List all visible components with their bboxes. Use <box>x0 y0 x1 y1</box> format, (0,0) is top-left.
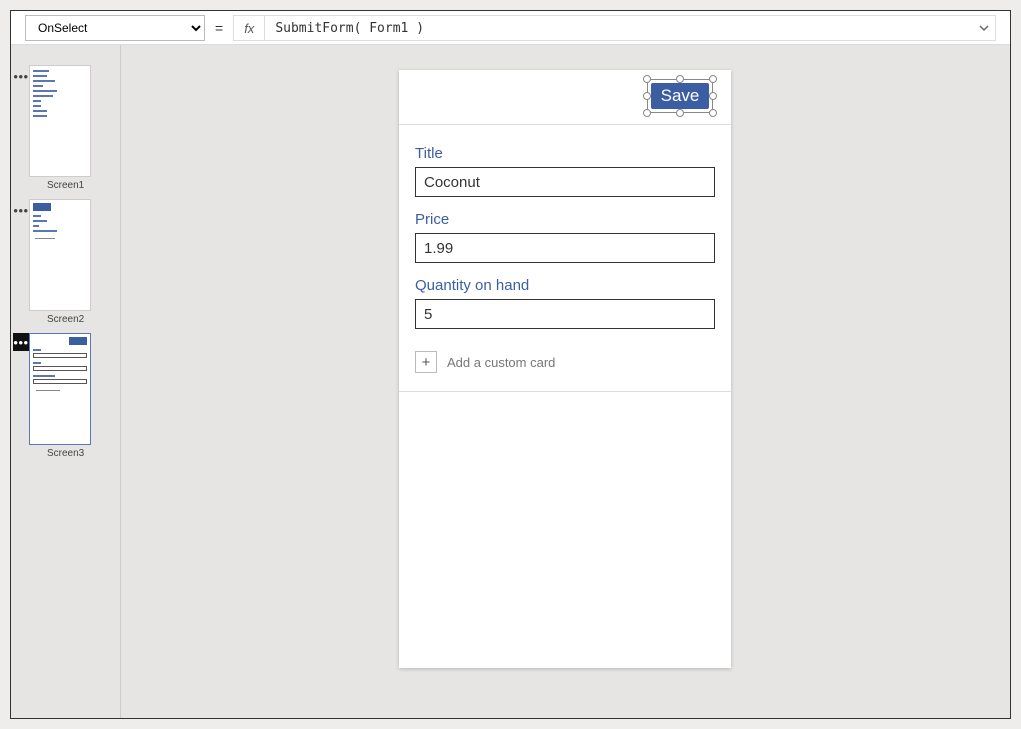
resize-handle[interactable] <box>709 75 717 83</box>
screen-thumb-2[interactable]: Screen2 <box>29 199 91 325</box>
formula-bar: OnSelect = fx SubmitForm( Form1 ) <box>11 11 1010 45</box>
screen-thumb-3-label: Screen3 <box>47 448 91 459</box>
screens-panel: ••• Screen1 <box>11 45 121 718</box>
resize-handle[interactable] <box>709 109 717 117</box>
field-label-qty: Quantity on hand <box>415 277 715 294</box>
expand-formula-button[interactable] <box>973 23 995 33</box>
resize-handle[interactable] <box>676 75 684 83</box>
qty-input[interactable] <box>415 299 715 329</box>
resize-handle[interactable] <box>643 92 651 100</box>
resize-handle[interactable] <box>709 92 717 100</box>
screen-thumb-2-row: ••• Screen2 <box>11 199 120 325</box>
canvas[interactable]: Save Title Price <box>121 45 1010 718</box>
ellipsis-icon[interactable]: ••• <box>13 333 29 351</box>
screen-thumb-3-row: ••• Screen3 <box>11 333 120 459</box>
phone-header: Save <box>399 70 731 125</box>
screen-thumb-3[interactable]: Screen3 <box>29 333 91 459</box>
ellipsis-icon[interactable]: ••• <box>13 199 29 218</box>
form-divider <box>399 391 731 392</box>
ellipsis-icon[interactable]: ••• <box>13 65 29 84</box>
add-custom-card-row[interactable]: + Add a custom card <box>415 351 715 373</box>
screen-thumb-1[interactable]: Screen1 <box>29 65 91 191</box>
chevron-down-icon <box>979 23 989 33</box>
equals-sign: = <box>215 20 223 36</box>
price-input[interactable] <box>415 233 715 263</box>
resize-handle[interactable] <box>643 75 651 83</box>
add-custom-card-label: Add a custom card <box>447 355 555 370</box>
resize-handle[interactable] <box>676 109 684 117</box>
screen-thumb-2-label: Screen2 <box>47 314 91 325</box>
save-button-selection[interactable]: Save <box>641 73 719 119</box>
phone-preview: Save Title Price <box>399 70 731 668</box>
screen-thumb-1-label: Screen1 <box>47 180 91 191</box>
formula-input-wrap: fx SubmitForm( Form1 ) <box>233 15 996 41</box>
app-frame: OnSelect = fx SubmitForm( Form1 ) ••• <box>10 10 1011 719</box>
field-label-title: Title <box>415 145 715 162</box>
formula-text[interactable]: SubmitForm( Form1 ) <box>265 21 973 36</box>
plus-icon: + <box>415 351 437 373</box>
resize-handle[interactable] <box>643 109 651 117</box>
form-body: Title Price Quantity on hand + Add a cus… <box>399 125 731 392</box>
property-dropdown[interactable]: OnSelect <box>25 15 205 41</box>
field-label-price: Price <box>415 211 715 228</box>
workspace: ••• Screen1 <box>11 45 1010 718</box>
fx-label: fx <box>234 16 265 40</box>
screen-thumb-1-row: ••• Screen1 <box>11 65 120 191</box>
title-input[interactable] <box>415 167 715 197</box>
save-button[interactable]: Save <box>651 83 709 109</box>
